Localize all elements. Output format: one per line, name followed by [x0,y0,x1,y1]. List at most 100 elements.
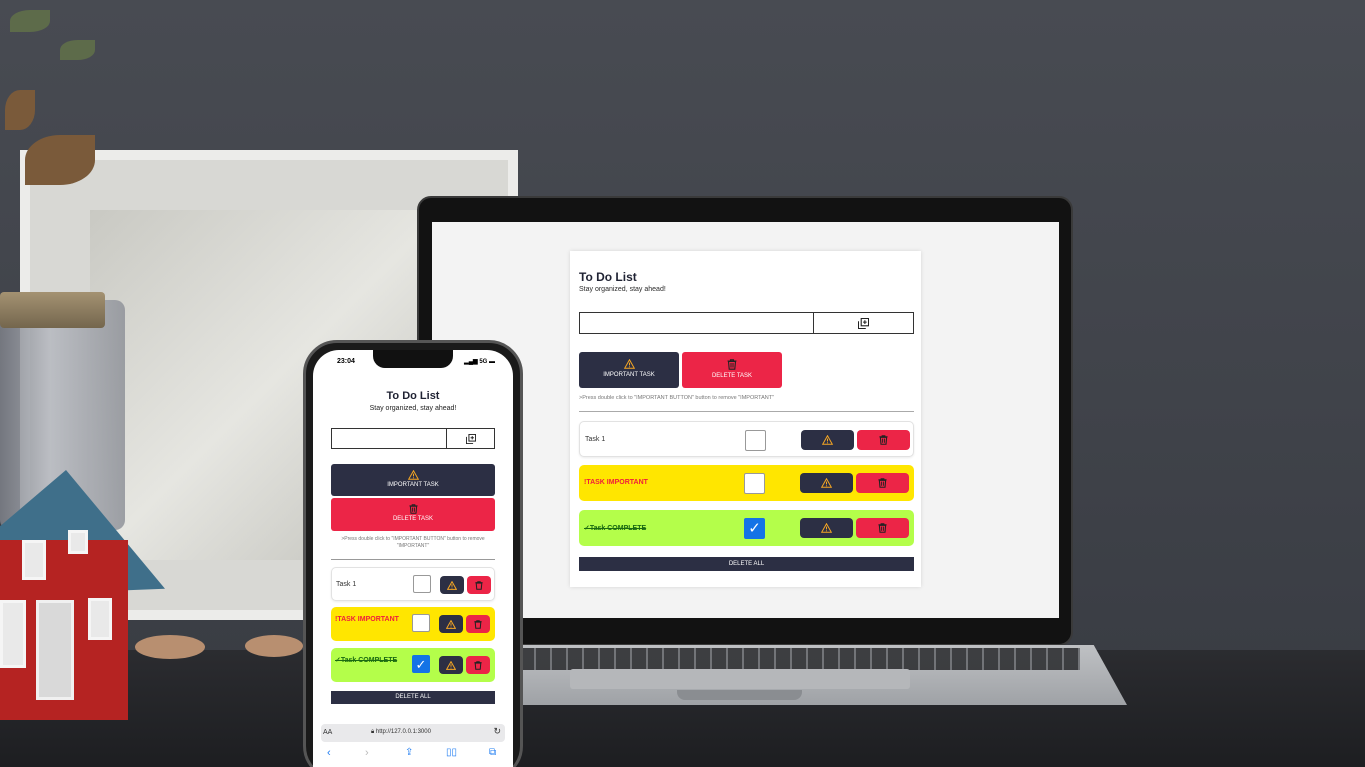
page-subtitle: Stay organized, stay ahead! [579,286,666,293]
task-label: ✓Task COMPLETE [335,657,398,664]
task-row-important[interactable]: !TASK IMPORTANT [331,607,495,641]
toy-house-window [22,540,46,580]
toy-house-window [68,530,88,554]
toy-house-window [0,600,26,668]
delete-row-button[interactable] [466,656,490,674]
todo-card-desktop: To Do List Stay organized, stay ahead! I… [570,251,921,587]
laptop-screen: To Do List Stay organized, stay ahead! I… [432,222,1059,618]
delete-all-button[interactable]: DELETE ALL [579,557,914,571]
mark-important-button[interactable] [800,473,853,493]
divider [579,411,914,412]
task-checkbox[interactable] [745,430,766,451]
signal-label: 5G [479,359,488,365]
dried-petal [135,635,205,659]
forward-icon[interactable]: › [365,747,369,759]
warning-icon [821,523,832,533]
page-title: To Do List [579,270,637,284]
task-checkbox-checked[interactable]: ✓ [744,518,765,539]
mark-important-button[interactable] [800,518,853,538]
hint-text: >Press double click to "IMPORTANT BUTTON… [579,395,775,401]
task-row[interactable]: Task 1 [331,567,495,601]
warning-icon [446,660,456,670]
delete-row-button[interactable] [856,473,909,493]
add-task-button[interactable] [813,312,914,334]
delete-task-label: DELETE TASK [392,516,434,522]
delete-task-label: DELETE TASK [711,373,753,379]
task-label: !TASK IMPORTANT [584,479,648,486]
plant-leaf [60,40,95,60]
mark-important-button[interactable] [801,430,854,450]
task-checkbox-checked[interactable]: ✓ [412,655,430,673]
status-time: 23:04 [337,358,355,365]
task-checkbox[interactable] [744,473,765,494]
delete-row-button[interactable] [856,518,909,538]
url-text: http://127.0.0.1:3000 [375,729,431,735]
delete-row-button[interactable] [857,430,910,450]
warning-icon [821,478,832,488]
trash-icon [879,435,888,445]
mark-important-button[interactable] [440,576,464,594]
copy-add-icon [465,433,476,444]
plant-leaf [25,135,95,185]
mark-important-button[interactable] [439,615,463,633]
task-row-complete[interactable]: ✓Task COMPLETE ✓ [331,648,495,682]
back-icon[interactable]: ‹ [327,747,331,759]
reload-icon[interactable]: ↻ [493,726,501,737]
task-label: !TASK IMPORTANT [335,616,399,623]
text-size-button[interactable]: AA [323,729,332,736]
laptop-trackpad [570,669,910,689]
laptop-keyboard [520,648,1080,670]
task-input[interactable] [331,428,447,449]
task-checkbox[interactable] [412,614,430,632]
warning-icon [822,435,833,445]
task-row-important[interactable]: !TASK IMPORTANT [579,465,914,501]
task-label: ✓Task COMPLETE [584,525,647,532]
add-task-button[interactable] [446,428,495,449]
toy-house-window [88,598,112,640]
trash-icon [878,523,887,533]
checkmark-icon: ✓ [415,657,427,672]
trash-icon [474,660,482,670]
trash-icon [474,619,482,629]
task-row-complete[interactable]: ✓Task COMPLETE ✓ [579,510,914,546]
trash-icon [727,359,737,370]
important-task-button[interactable]: IMPORTANT TASK [331,464,495,496]
mark-important-button[interactable] [439,656,463,674]
warning-icon [623,359,635,369]
trash-icon [878,478,887,488]
warning-icon [407,470,419,480]
task-label: Task 1 [585,436,606,443]
divider [331,559,495,560]
lock-icon: 🔒︎ [371,729,375,735]
task-label: Task 1 [336,581,357,588]
tabs-icon[interactable]: ⧉ [489,747,496,758]
important-task-label: IMPORTANT TASK [603,372,655,378]
status-signal: ▂▄▆ 5G ▬ [464,359,495,365]
important-task-button[interactable]: IMPORTANT TASK [579,352,679,388]
hint-text: >Press double click to "IMPORTANT BUTTON… [341,536,485,549]
task-checkbox[interactable] [413,575,431,593]
delete-row-button[interactable] [467,576,491,594]
delete-all-button[interactable]: DELETE ALL [331,691,495,704]
trash-icon [408,504,418,514]
checkmark-icon: ✓ [748,520,761,537]
warning-icon [446,619,456,629]
copy-add-icon [858,317,869,329]
trash-icon [475,580,483,590]
url-field[interactable]: 🔒︎ http://127.0.0.1:3000 [371,729,431,736]
dried-petal [245,635,303,657]
delete-row-button[interactable] [466,615,490,633]
phone-notch [373,350,453,368]
plant-leaf [10,10,50,32]
task-row[interactable]: Task 1 [579,421,914,457]
bookmarks-icon[interactable]: ▯▯ [446,747,457,758]
task-input[interactable] [579,312,814,334]
laptop-hinge-notch [677,690,802,700]
plant-leaf [5,90,35,130]
coin-jar-lid [0,292,105,328]
phone-screen: 23:04 ▂▄▆ 5G ▬ To Do List Stay organized… [313,350,513,767]
page-title: To Do List [386,390,440,402]
delete-task-button[interactable]: DELETE TASK [331,498,495,531]
delete-task-button[interactable]: DELETE TASK [682,352,782,388]
share-icon[interactable]: ⇪ [405,747,413,758]
